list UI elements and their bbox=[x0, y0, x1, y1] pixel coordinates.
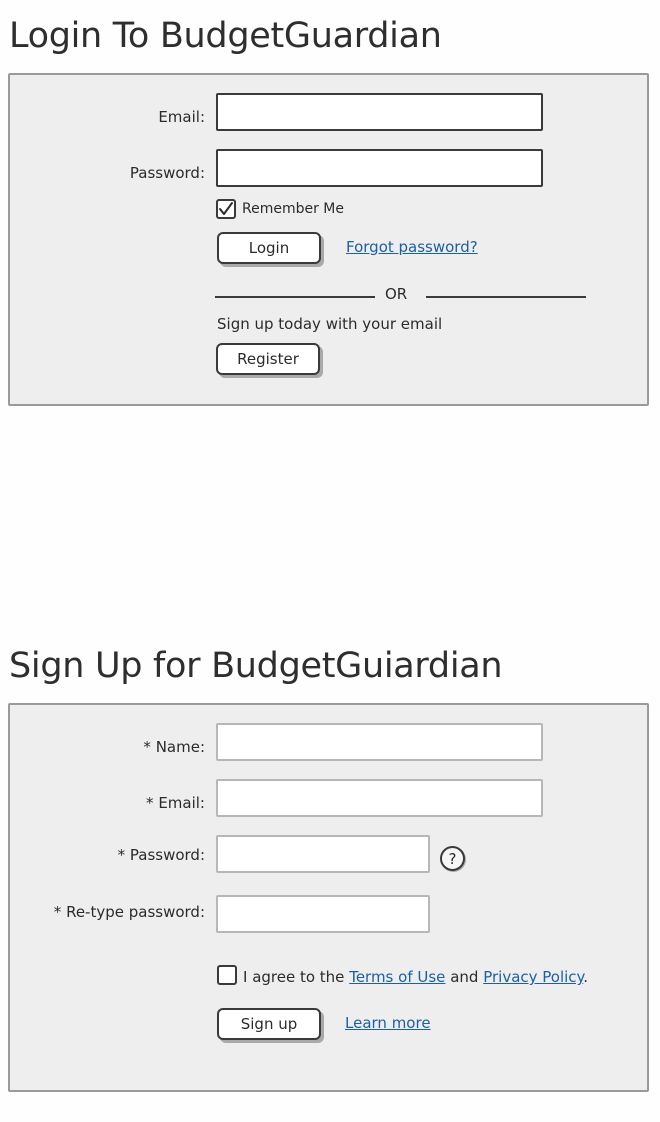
signup-retype-label: * Re-type password: bbox=[53, 903, 205, 921]
agree-terms-text: I agree to the Terms of Use and Privacy … bbox=[243, 968, 588, 986]
check-icon bbox=[219, 202, 233, 215]
signup-password-label: * Password: bbox=[117, 846, 205, 864]
learn-more-link[interactable]: Learn more bbox=[345, 1014, 431, 1032]
login-password-input[interactable] bbox=[216, 149, 543, 187]
signup-name-input[interactable] bbox=[216, 723, 543, 761]
signup-panel: * Name: * Email: * Password: ? * Re-type… bbox=[8, 703, 649, 1092]
question-circle-icon[interactable]: ? bbox=[440, 846, 465, 871]
signup-prompt: Sign up today with your email bbox=[217, 315, 443, 333]
login-title: Login To BudgetGuardian bbox=[9, 16, 442, 56]
remember-me-label: Remember Me bbox=[242, 201, 344, 217]
forgot-password-link[interactable]: Forgot password? bbox=[346, 238, 478, 256]
signup-name-label: * Name: bbox=[143, 738, 205, 756]
divider-right bbox=[426, 296, 586, 298]
login-email-label: Email: bbox=[158, 108, 205, 126]
signup-retype-input[interactable] bbox=[216, 895, 430, 933]
signup-email-label: * Email: bbox=[146, 794, 205, 812]
login-email-input[interactable] bbox=[216, 93, 543, 131]
login-panel: Email: Password: Remember Me Login Forgo… bbox=[8, 73, 649, 406]
remember-me-checkbox[interactable] bbox=[216, 199, 236, 219]
login-button[interactable]: Login bbox=[217, 232, 321, 264]
agree-prefix: I agree to the bbox=[243, 968, 345, 986]
agree-terms-checkbox[interactable] bbox=[217, 965, 237, 985]
terms-of-use-link[interactable]: Terms of Use bbox=[349, 968, 445, 986]
agree-suffix: . bbox=[583, 968, 589, 986]
agree-and: and bbox=[450, 968, 479, 986]
register-button[interactable]: Register bbox=[216, 343, 320, 375]
or-separator: OR bbox=[385, 285, 408, 303]
divider-left bbox=[215, 296, 375, 298]
login-password-label: Password: bbox=[129, 164, 205, 182]
signup-button[interactable]: Sign up bbox=[217, 1008, 321, 1040]
signup-title: Sign Up for BudgetGuiardian bbox=[9, 646, 503, 686]
privacy-policy-link[interactable]: Privacy Policy bbox=[483, 968, 583, 986]
signup-password-input[interactable] bbox=[216, 835, 430, 873]
signup-email-input[interactable] bbox=[216, 779, 543, 817]
